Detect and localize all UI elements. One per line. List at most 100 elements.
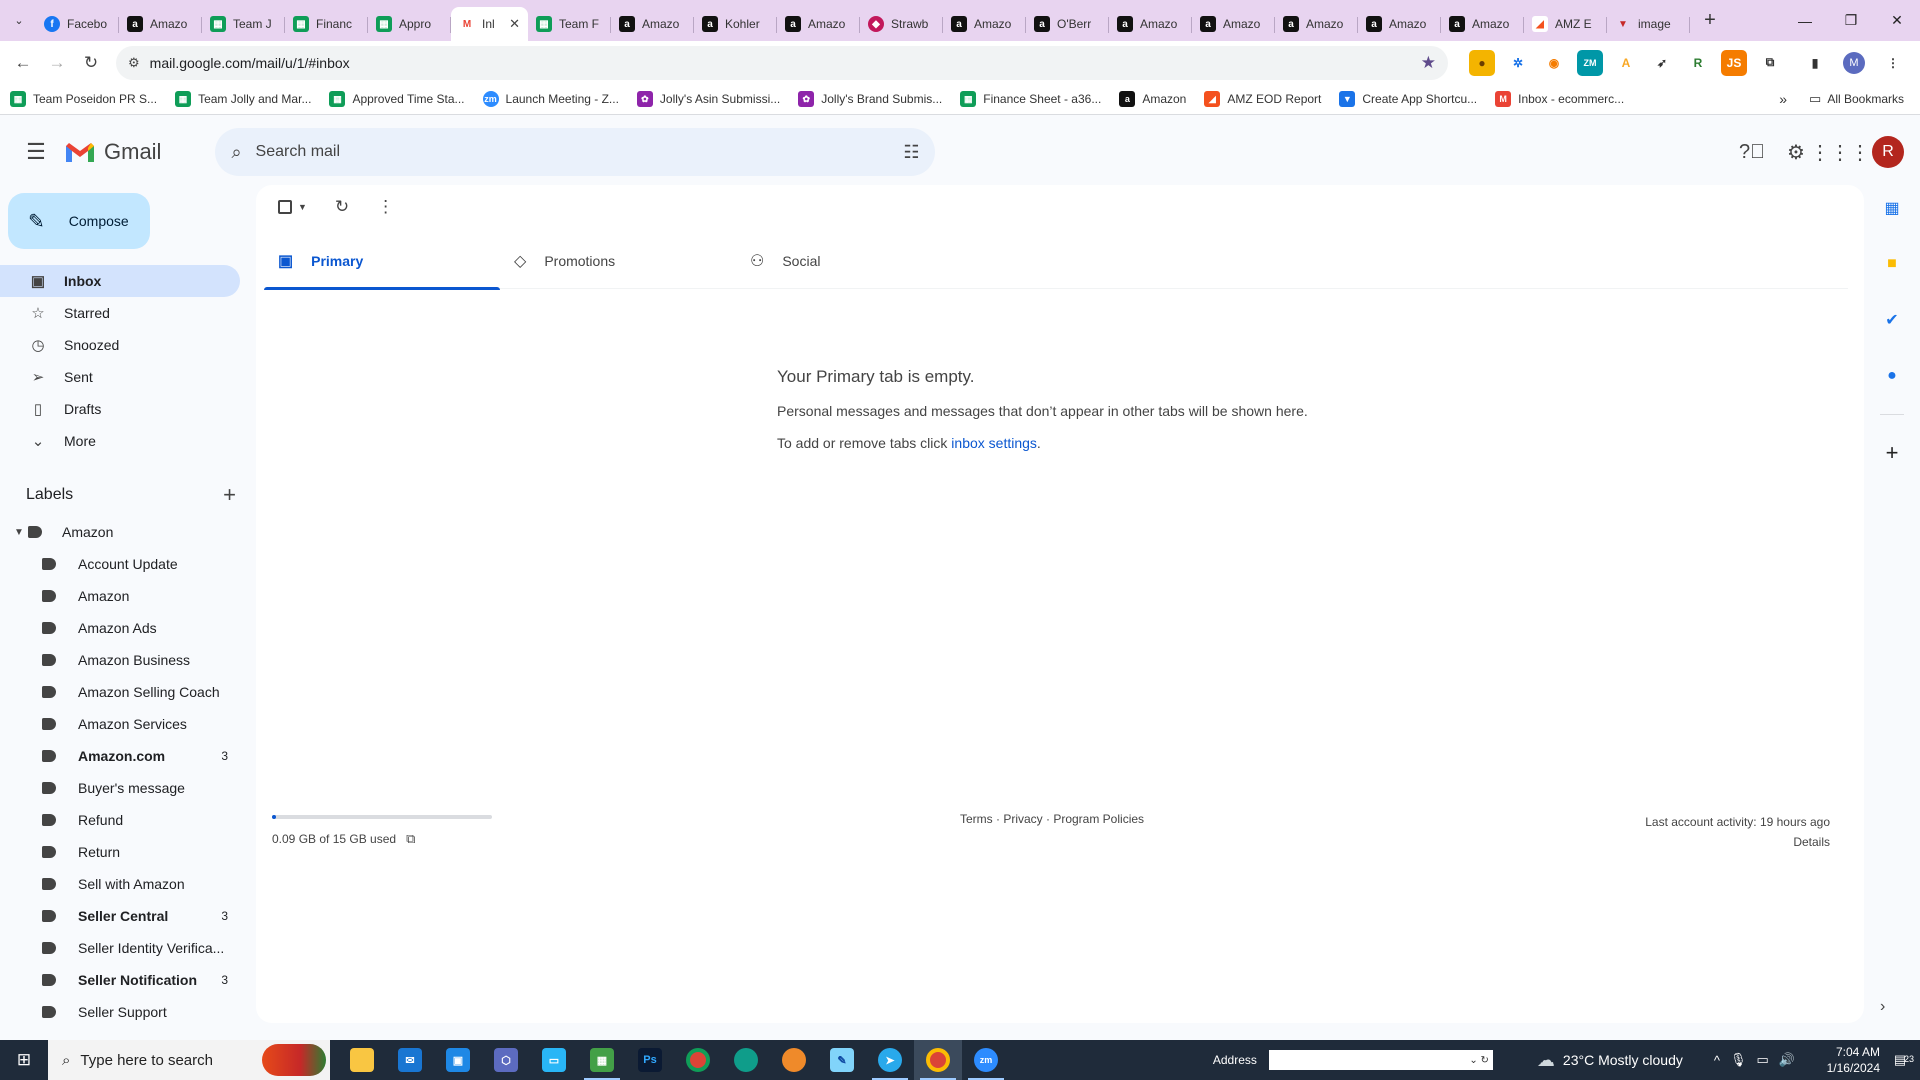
tray-chevron-icon[interactable]: ^ [1714,1053,1720,1068]
label-item[interactable]: Refund [0,804,236,836]
monitor-app-icon[interactable]: ▭ [530,1040,578,1080]
bookmark-item[interactable]: ✿ Jolly's Brand Submis... [798,91,942,107]
browser-tab[interactable]: a Amazo [1441,7,1524,41]
keep-icon[interactable]: ■ [1874,246,1910,282]
browser-tab[interactable]: a Kohler [694,7,777,41]
bookmark-item[interactable]: ▦ Team Jolly and Mar... [175,91,311,107]
label-item[interactable]: Account Update [0,548,236,580]
label-item[interactable]: Seller Identity Verifica... [0,932,236,964]
site-info-icon[interactable]: ⚙ [128,55,140,71]
notifications-button[interactable]: ▤ 23 [1880,1052,1920,1068]
account-avatar[interactable]: R [1872,136,1904,168]
extension-icon[interactable]: R [1685,50,1711,76]
app-icon[interactable]: ⬡ [482,1040,530,1080]
extension-icon[interactable]: ✲ [1505,50,1531,76]
browser-tab[interactable]: a Amazo [1192,7,1275,41]
browser-tab[interactable]: a Amazo [119,7,202,41]
contacts-icon[interactable]: ● [1874,358,1910,394]
extension-icon[interactable]: ◉ [1541,50,1567,76]
minimize-button[interactable]: — [1782,0,1828,41]
label-item[interactable]: Amazon Selling Coach [0,676,236,708]
browser-tab[interactable]: ▦ Team F [528,7,611,41]
label-item[interactable]: Amazon Ads [0,612,236,644]
browser-tab[interactable]: ▦ Financ [285,7,368,41]
caret-down-icon[interactable]: ▼ [14,527,28,538]
zoom-icon[interactable]: zm [962,1040,1010,1080]
compose-button[interactable]: ✎ Compose [8,193,150,249]
bookmark-item[interactable]: zm Launch Meeting - Z... [482,91,619,107]
inbox-settings-link[interactable]: inbox settings [951,435,1037,451]
open-external-icon[interactable]: ⧉ [406,831,415,847]
details-link[interactable]: Details [1645,832,1830,852]
get-addons-plus-icon[interactable]: + [1874,435,1910,471]
extensions-puzzle-icon[interactable]: ⧉ [1757,50,1783,76]
browser-tab[interactable]: a Amazo [1275,7,1358,41]
select-dropdown-icon[interactable]: ▼ [298,202,307,212]
clock[interactable]: 7:04 AM 1/16/2024 [1810,1044,1880,1076]
address-bar[interactable]: ⚙ mail.google.com/mail/u/1/#inbox ★ [116,45,1448,80]
extension-icon[interactable]: ZM [1577,49,1603,76]
search-options-icon[interactable]: ☷ [903,142,919,163]
notepad-icon[interactable]: ✎ [818,1040,866,1080]
label-item[interactable]: Amazon.com 3 [0,740,236,772]
search-icon[interactable]: ⌕ [231,142,241,163]
search-input[interactable] [255,143,904,161]
forward-button[interactable]: → [40,46,74,80]
label-item[interactable]: Seller Notification 3 [0,964,236,996]
browser-tab[interactable]: a Amazo [777,7,860,41]
nav-item-inbox[interactable]: ▣ Inbox [0,265,240,297]
browser-profile-avatar[interactable]: M [1843,51,1865,74]
network-icon[interactable]: ▭ [1757,1052,1769,1068]
browser-tab[interactable]: a Amazo [1109,7,1192,41]
nav-item-drafts[interactable]: ▯ Drafts [0,393,240,425]
nav-item-more[interactable]: ⌄ More [0,425,240,457]
apps-grid-icon[interactable]: ⋮⋮⋮ [1810,132,1870,172]
side-panel-icon[interactable]: ▮ [1802,50,1828,76]
label-item[interactable]: Amazon [0,580,236,612]
bookmark-item[interactable]: ▦ Team Poseidon PR S... [10,91,157,107]
label-item[interactable]: Seller Central 3 [0,900,236,932]
tab-promotions[interactable]: ◇ Promotions [500,233,736,289]
address-input[interactable]: ⌄ ↻ [1268,1050,1493,1070]
bookmark-item[interactable]: ▼ Create App Shortcu... [1339,91,1477,107]
more-options-icon[interactable]: ⋮ [377,197,394,217]
app-orange-icon[interactable] [770,1040,818,1080]
edge-icon[interactable] [722,1040,770,1080]
main-menu-button[interactable]: ☰ [12,128,60,176]
chrome-profile-icon[interactable] [914,1040,962,1080]
browser-tab[interactable]: M Inl ✕ [451,7,528,41]
label-item[interactable]: Seller Support [0,996,236,1028]
volume-icon[interactable]: 🔊 [1779,1052,1795,1068]
extension-icon[interactable]: A [1613,50,1639,76]
label-item[interactable]: Return [0,836,236,868]
bookmark-item[interactable]: ▦ Finance Sheet - a36... [960,91,1101,107]
bookmark-star-icon[interactable]: ★ [1421,53,1436,73]
close-tab-icon[interactable]: ✕ [509,16,520,32]
all-bookmarks-button[interactable]: All Bookmarks [1827,92,1904,106]
store-icon[interactable]: ▣ [434,1040,482,1080]
windows-start-icon[interactable]: ⊞ [0,1040,48,1080]
browser-tab[interactable]: a Amazo [611,7,694,41]
extension-icon[interactable]: JS [1721,49,1747,76]
bookmark-item[interactable]: M Inbox - ecommerc... [1495,91,1624,107]
restore-button[interactable]: ❐ [1828,0,1874,41]
tab-search-button[interactable]: ⌄ [6,8,32,34]
footer-links[interactable]: Terms · Privacy · Program Policies [960,812,1144,826]
weather-widget[interactable]: ☁ 23°C Mostly cloudy [1537,1050,1683,1071]
label-item[interactable]: Amazon Services [0,708,236,740]
browser-tab[interactable]: ▦ Team J [202,7,285,41]
refresh-icon[interactable]: ↻ [335,197,349,217]
tasks-icon[interactable]: ✔ [1874,302,1910,338]
chrome-icon[interactable] [674,1040,722,1080]
label-item[interactable]: Amazon Business [0,644,236,676]
browser-tab[interactable]: ▦ Appro [368,7,451,41]
browser-tab[interactable]: a O'Berr [1026,7,1109,41]
gmail-logo[interactable]: Gmail [64,139,161,165]
browser-tab[interactable]: ◢ AMZ E [1524,7,1607,41]
browser-menu-icon[interactable]: ⋮ [1880,50,1906,76]
create-label-plus-icon[interactable]: + [223,482,236,508]
tab-primary[interactable]: ▣ Primary [264,233,500,290]
nav-item-snoozed[interactable]: ◷ Snoozed [0,329,240,361]
bookmark-item[interactable]: a Amazon [1119,91,1186,107]
browser-tab[interactable]: f Facebo [36,7,119,41]
